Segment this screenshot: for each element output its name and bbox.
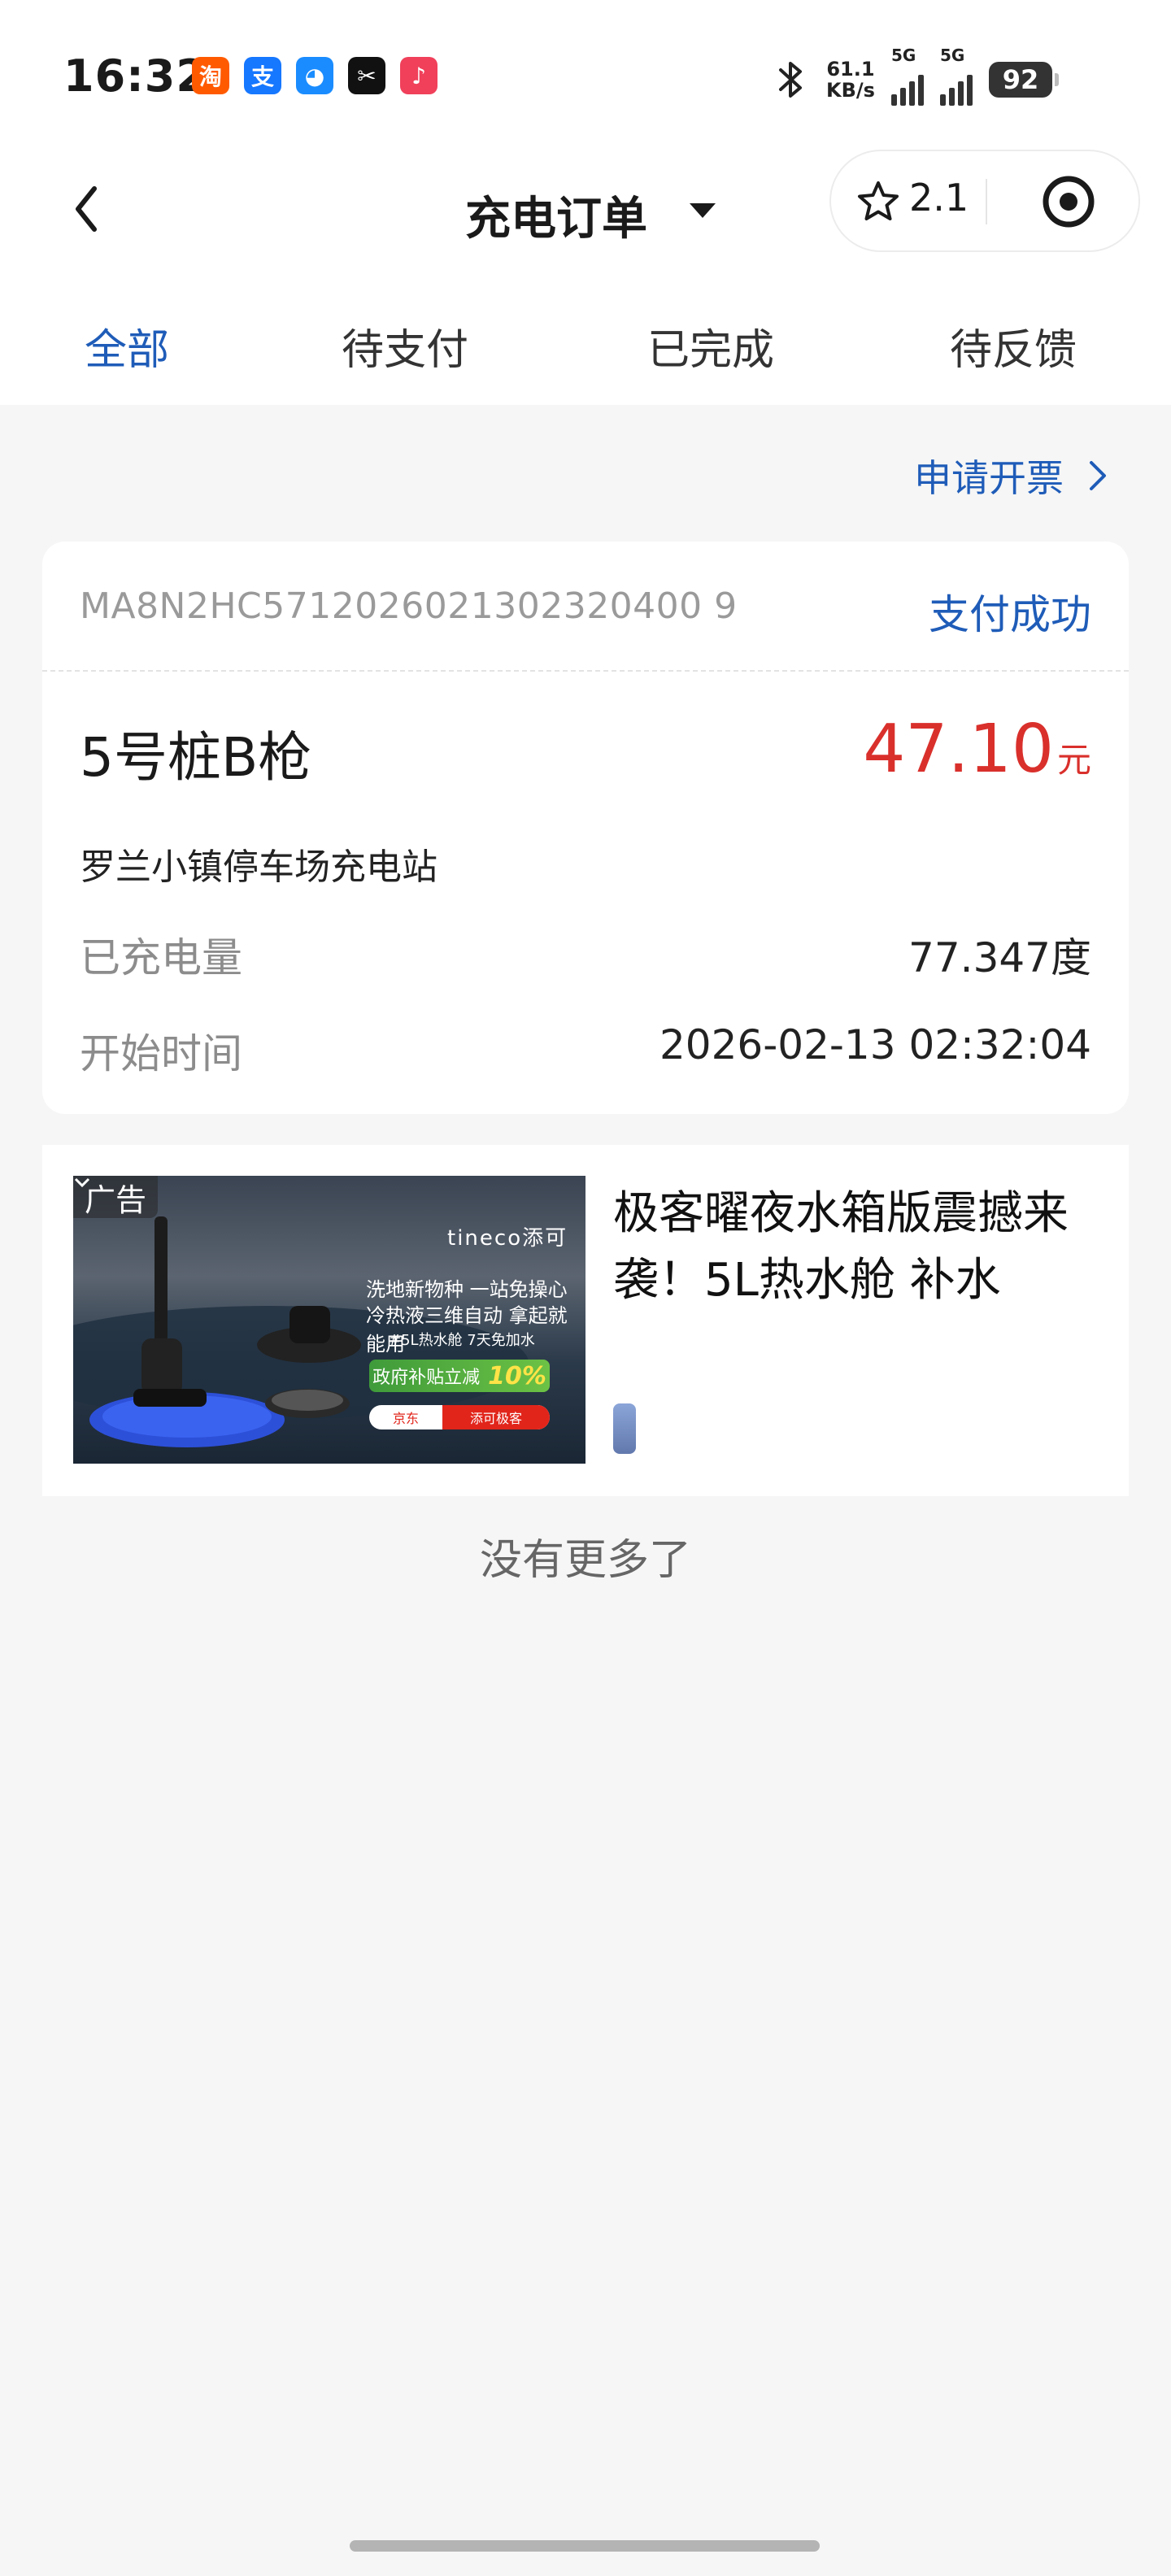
- bluetooth-icon: [779, 62, 802, 98]
- capcut-icon: ✂: [348, 57, 385, 94]
- rating-value: 2.1: [909, 176, 969, 220]
- network-speed: 61.1 KB/s: [826, 59, 875, 101]
- ad-image-subsidy: 政府补贴立减 10%: [369, 1360, 550, 1392]
- ad-jd-store: 添可极客: [442, 1405, 550, 1429]
- apply-invoice-label: 申请开票: [914, 456, 1064, 500]
- battery-level: 92: [1002, 64, 1039, 95]
- tab-pending-payment[interactable]: 待支付: [342, 315, 468, 376]
- card-divider: [42, 670, 1129, 672]
- status-time: 16:32: [63, 50, 207, 102]
- top-area: 16:32 淘支 ◕ ✂ ♪ 61.1 KB/s 5G 5G 92 充电订单 2…: [0, 0, 1171, 405]
- start-time-label: 开始时间: [80, 1030, 242, 1077]
- no-more-text: 没有更多了: [479, 1536, 691, 1585]
- status-indicators: 61.1 KB/s 5G 5G 92: [773, 46, 1059, 106]
- star-icon[interactable]: [855, 179, 901, 224]
- page-title[interactable]: 充电订单: [465, 182, 647, 248]
- close-target-icon[interactable]: [1039, 172, 1098, 231]
- ad-image-headline: 洗地新物种 一站免操心: [366, 1278, 568, 1301]
- amount-unit: 元: [1056, 740, 1091, 780]
- taobao-icon: 淘: [192, 57, 229, 94]
- network-speed-unit: KB/s: [826, 79, 875, 102]
- ad-subsidy-percent: 10%: [488, 1361, 546, 1390]
- alipay-icon: 支: [244, 57, 281, 94]
- chevron-right-icon: [1090, 461, 1106, 490]
- start-time-value: 2026-02-13 02:32:04: [659, 1021, 1091, 1068]
- order-card[interactable]: MA8N2HC5712026021302320400 9 支付成功 5号桩B枪 …: [42, 542, 1129, 1114]
- caret-down-icon[interactable]: [686, 198, 719, 223]
- payment-status: 支付成功: [929, 591, 1091, 638]
- home-indicator[interactable]: [350, 2540, 820, 2552]
- charged-energy-label: 已充电量: [80, 934, 242, 981]
- battery-icon: 92: [988, 62, 1059, 98]
- station-name: 罗兰小镇停车场充电站: [80, 846, 437, 888]
- charging-pile-name: 5号桩B枪: [80, 726, 312, 789]
- order-number: MA8N2HC5712026021302320400 9: [80, 585, 738, 627]
- ad-badge-label: 广告: [85, 1181, 147, 1218]
- ad-image-brand: tineco添可: [447, 1226, 568, 1251]
- signal-1-icon: 5G: [890, 46, 924, 106]
- signal-1-label: 5G: [890, 46, 916, 65]
- ad-subsidy-label: 政府补贴立减: [372, 1368, 481, 1388]
- ad-badge[interactable]: 广告: [73, 1176, 159, 1218]
- signal-2-icon: 5G: [939, 46, 973, 106]
- music-icon: ♪: [400, 57, 437, 94]
- order-amount: 47.10 元: [863, 711, 1091, 788]
- signal-2-label: 5G: [939, 46, 965, 65]
- ad-jd-label: 京东: [392, 1411, 419, 1426]
- browser-icon: ◕: [296, 57, 333, 94]
- mini-program-capsule: 2.1: [829, 150, 1140, 252]
- tab-pending-feedback[interactable]: 待反馈: [950, 315, 1077, 376]
- ad-card[interactable]: 广告 tineco添可 洗地新物种 一站免操心 冷热液三维自动 拿起就能用 #5…: [42, 1145, 1129, 1496]
- capsule-divider: [986, 179, 987, 224]
- tab-all[interactable]: 全部: [85, 315, 169, 376]
- ad-image[interactable]: 广告 tineco添可 洗地新物种 一站免操心 冷热液三维自动 拿起就能用 #5…: [73, 1176, 586, 1464]
- ad-source-logo-icon: [613, 1403, 636, 1454]
- apply-invoice-link[interactable]: 申请开票: [914, 449, 1109, 503]
- amount-value: 47.10: [863, 711, 1054, 788]
- charged-energy-value: 77.347度: [908, 934, 1091, 981]
- ad-source: [613, 1403, 636, 1454]
- ad-image-jd-bar: 京东 添可极客: [369, 1405, 550, 1429]
- network-speed-value: 61.1: [826, 58, 875, 80]
- ad-image-feature: #5L热水舱 7天免加水: [389, 1332, 535, 1349]
- chevron-down-icon: [74, 1177, 90, 1188]
- ad-title[interactable]: 极客曜夜水箱版震撼来袭！5L热水舱 补水: [613, 1181, 1101, 1314]
- status-app-icons: 淘支 ◕ ✂ ♪: [192, 57, 437, 94]
- tab-completed[interactable]: 已完成: [647, 315, 774, 376]
- back-arrow-icon[interactable]: [67, 181, 107, 237]
